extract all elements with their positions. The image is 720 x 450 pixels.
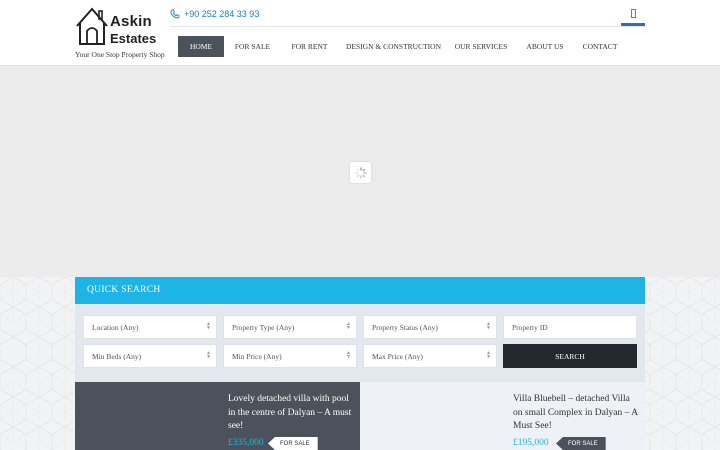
listing-title[interactable]: Villa Bluebell – detached Villa on small…: [513, 393, 641, 434]
select-arrows-icon: ▲ ▼: [486, 322, 491, 331]
site-header: Askin Estates Your One Stop Property Sho…: [0, 0, 720, 65]
select-arrows-icon: ▲ ▼: [346, 322, 351, 331]
min-beds-select[interactable]: Min Beds (Any) ▲ ▼: [83, 344, 217, 368]
status-badge: FOR SALE: [268, 437, 318, 450]
listing-price: £195,000: [513, 438, 549, 448]
select-arrows-icon: ▲ ▼: [346, 351, 351, 360]
loading-spinner-icon: [350, 162, 371, 183]
nav-item-about-us[interactable]: ABOUT US: [513, 36, 577, 57]
listing-card[interactable]: Lovely detached villa with pool in the c…: [75, 382, 360, 450]
nav-item-our-services[interactable]: OUR SERVICES: [449, 36, 513, 57]
nav-item-contact[interactable]: CONTACT: [577, 36, 623, 57]
nav-item-home[interactable]: HOME: [178, 36, 224, 57]
house-logo-icon: [76, 7, 108, 45]
select-arrows-icon: ▲ ▼: [206, 351, 211, 360]
nav-item-design-construction[interactable]: DESIGN & CONSTRUCTION: [338, 36, 449, 57]
select-arrows-icon: ▲ ▼: [486, 351, 491, 360]
listing-title[interactable]: Lovely detached villa with pool in the c…: [228, 393, 356, 434]
search-button[interactable]: SEARCH: [503, 344, 637, 368]
phone-number[interactable]: +90 252 284 33 93: [184, 9, 259, 19]
logo-name-line1: Askin: [110, 13, 152, 30]
location-select[interactable]: Location (Any) ▲ ▼: [83, 315, 217, 339]
logo-name-line2: Estates: [110, 31, 157, 46]
nav-item-for-sale[interactable]: FOR SALE: [224, 36, 281, 57]
property-id-input[interactable]: Property ID: [503, 315, 637, 339]
phone-contact[interactable]: +90 252 284 33 93: [170, 7, 259, 21]
listing-price: £335,000: [228, 438, 264, 448]
nav-item-for-rent[interactable]: FOR RENT: [281, 36, 338, 57]
quick-search-title: QUICK SEARCH: [87, 285, 161, 295]
mobile-icon[interactable]: [621, 4, 645, 26]
header-divider: [170, 26, 645, 27]
max-price-select[interactable]: Max Price (Any) ▲ ▼: [363, 344, 497, 368]
status-badge: FOR SALE: [556, 437, 606, 450]
property-type-select[interactable]: Property Type (Any) ▲ ▼: [223, 315, 357, 339]
site-logo[interactable]: Askin Estates Your One Stop Property Sho…: [75, 6, 175, 61]
property-status-select[interactable]: Property Status (Any) ▲ ▼: [363, 315, 497, 339]
select-arrows-icon: ▲ ▼: [206, 322, 211, 331]
listing-card[interactable]: Villa Bluebell – detached Villa on small…: [360, 382, 645, 450]
phone-icon: [170, 9, 180, 19]
main-nav: HOME FOR SALE FOR RENT DESIGN & CONSTRUC…: [178, 36, 623, 57]
quick-search-header: QUICK SEARCH: [75, 277, 645, 304]
logo-tagline: Your One Stop Property Shop: [75, 50, 165, 59]
quick-search-form: Location (Any) ▲ ▼ Property Type (Any) ▲ ▼…: [75, 304, 645, 382]
min-price-select[interactable]: Min Price (Any) ▲ ▼: [223, 344, 357, 368]
hero-slider: [0, 65, 720, 277]
